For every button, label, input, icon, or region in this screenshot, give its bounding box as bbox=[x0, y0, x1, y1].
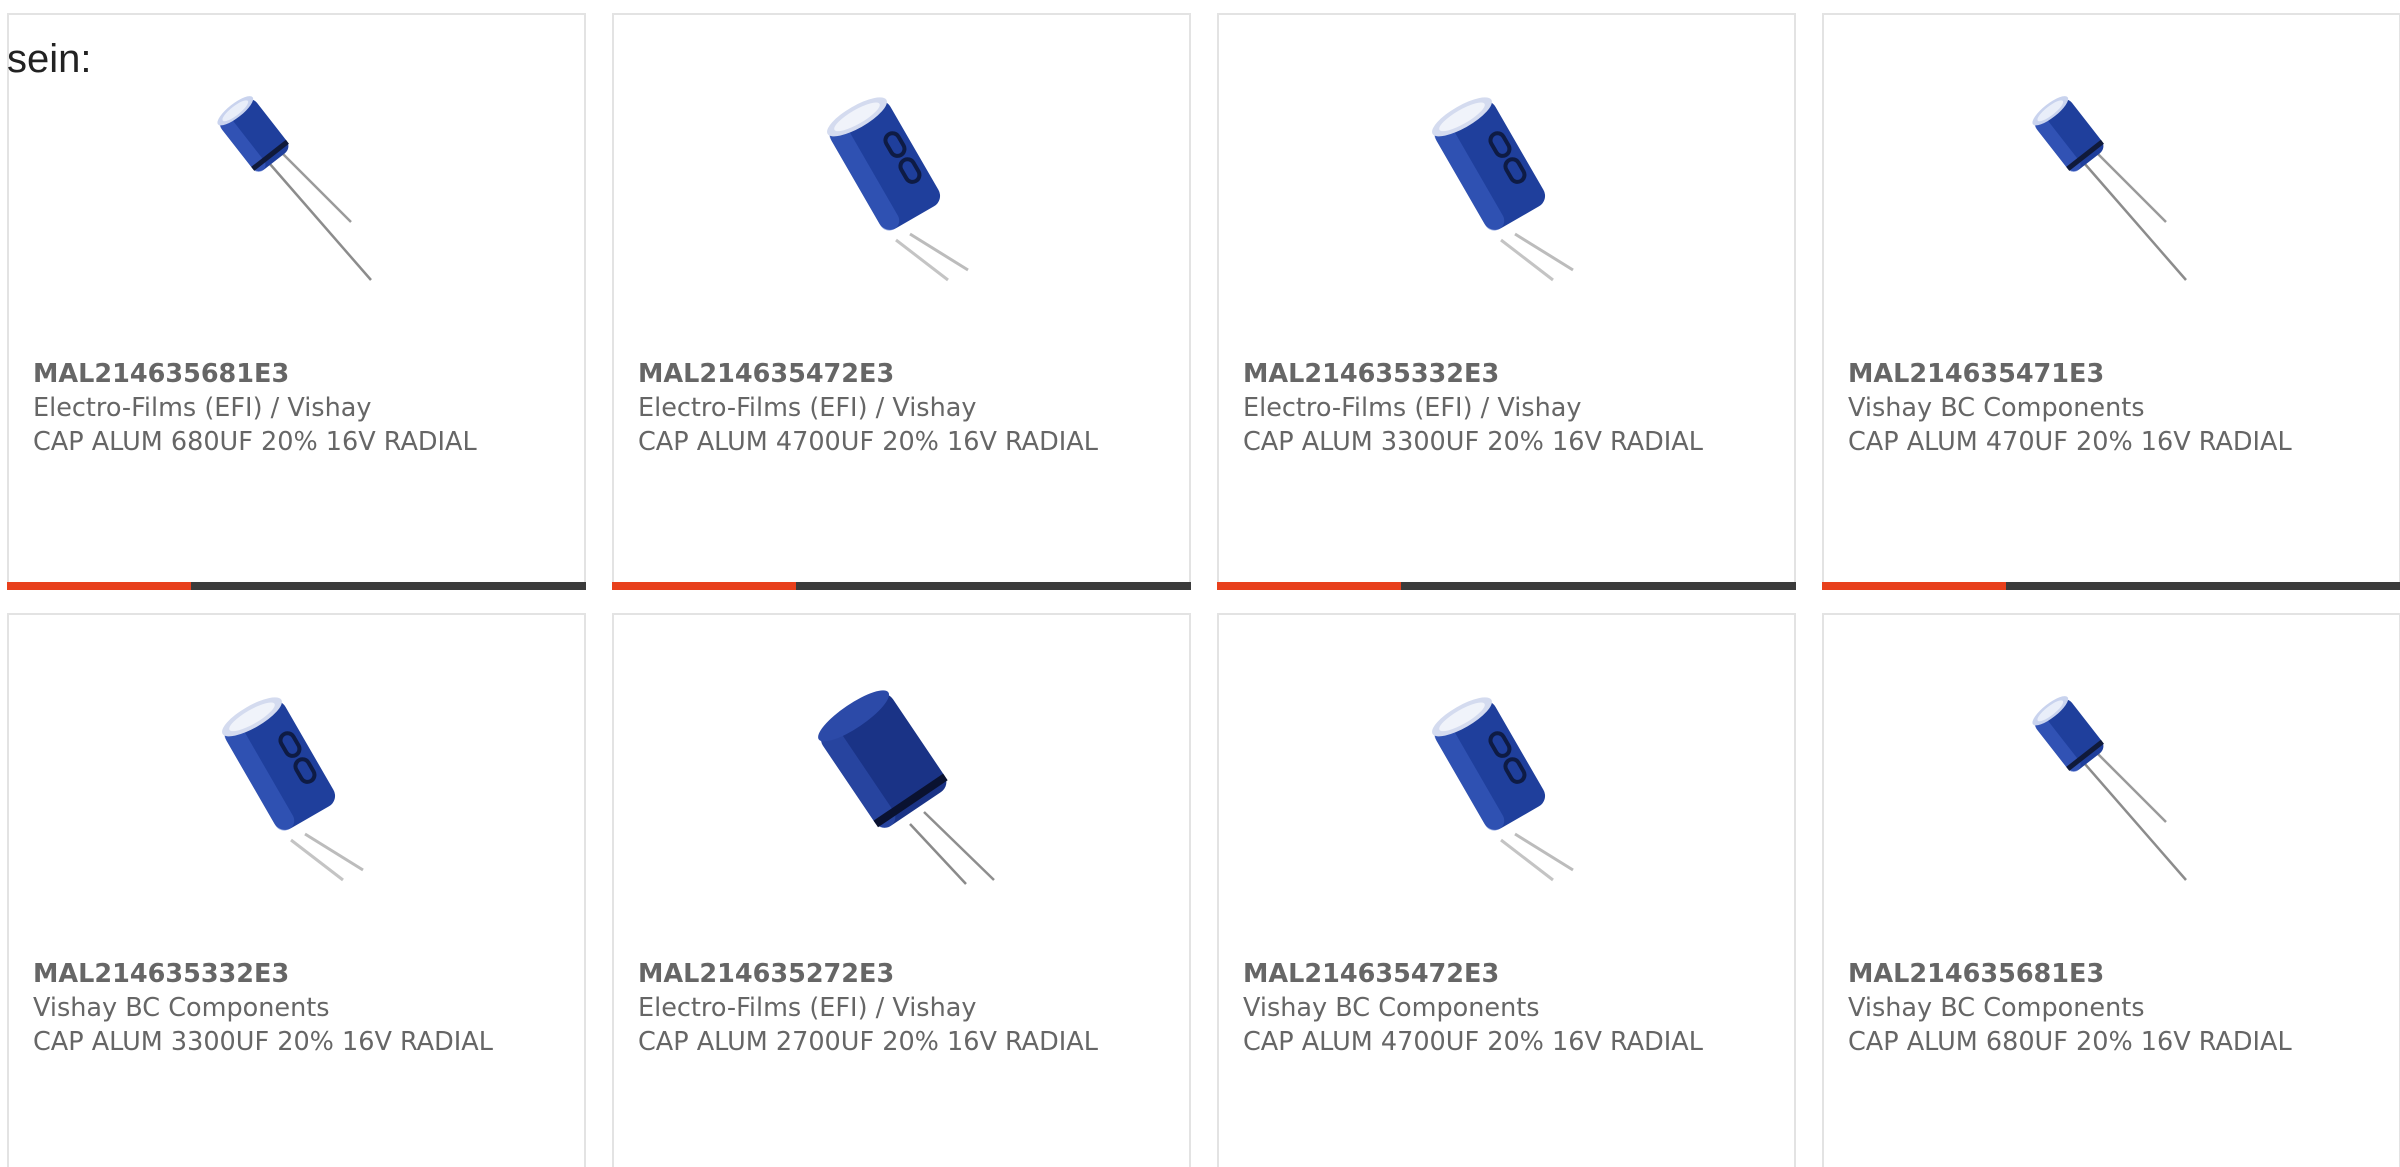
product-info: MAL214635471E3 Vishay BC Components CAP … bbox=[1848, 357, 2318, 459]
part-number[interactable]: MAL214635681E3 bbox=[1848, 957, 2318, 991]
product-info: MAL214635332E3 Electro-Films (EFI) / Vis… bbox=[1243, 357, 1713, 459]
product-card[interactable]: MAL214635472E3 Vishay BC Components CAP … bbox=[1217, 613, 1796, 1167]
description: CAP ALUM 2700UF 20% 16V RADIAL bbox=[638, 1027, 1098, 1057]
product-info: MAL214635681E3 Vishay BC Components CAP … bbox=[1848, 957, 2318, 1059]
manufacturer: Vishay BC Components bbox=[1848, 393, 2145, 423]
description: CAP ALUM 680UF 20% 16V RADIAL bbox=[1848, 1027, 2292, 1057]
manufacturer: Electro-Films (EFI) / Vishay bbox=[638, 393, 977, 423]
part-number[interactable]: MAL214635472E3 bbox=[1243, 957, 1713, 991]
page: sein: MAL214635681E3 Electro-Films (EFI)… bbox=[0, 0, 2400, 1167]
capacitor-large-icon bbox=[1432, 97, 1574, 282]
part-number[interactable]: MAL214635471E3 bbox=[1848, 357, 2318, 391]
product-card[interactable]: MAL214635471E3 Vishay BC Components CAP … bbox=[1822, 13, 2400, 590]
product-info: MAL214635472E3 Vishay BC Components CAP … bbox=[1243, 957, 1713, 1059]
product-card[interactable]: MAL214635332E3 Vishay BC Components CAP … bbox=[7, 613, 586, 1167]
card-accent-bar bbox=[1822, 582, 2400, 590]
product-card[interactable]: MAL214635472E3 Electro-Films (EFI) / Vis… bbox=[612, 13, 1191, 590]
manufacturer: Vishay BC Components bbox=[1243, 993, 1540, 1023]
product-card[interactable]: MAL214635272E3 Electro-Films (EFI) / Vis… bbox=[612, 613, 1191, 1167]
capacitor-small-icon bbox=[2032, 696, 2187, 881]
description: CAP ALUM 470UF 20% 16V RADIAL bbox=[1848, 427, 2292, 457]
product-info: MAL214635272E3 Electro-Films (EFI) / Vis… bbox=[638, 957, 1108, 1059]
capacitor-dark-icon bbox=[818, 690, 995, 885]
part-number[interactable]: MAL214635332E3 bbox=[33, 957, 503, 991]
intro-text: sein: bbox=[7, 37, 92, 81]
card-accent-bar bbox=[612, 582, 1191, 590]
description: CAP ALUM 4700UF 20% 16V RADIAL bbox=[1243, 1027, 1703, 1057]
manufacturer: Vishay BC Components bbox=[33, 993, 330, 1023]
capacitor-large-icon bbox=[222, 697, 364, 882]
manufacturer: Electro-Films (EFI) / Vishay bbox=[33, 393, 372, 423]
part-number[interactable]: MAL214635272E3 bbox=[638, 957, 1108, 991]
part-number[interactable]: MAL214635681E3 bbox=[33, 357, 503, 391]
manufacturer: Vishay BC Components bbox=[1848, 993, 2145, 1023]
manufacturer: Electro-Films (EFI) / Vishay bbox=[1243, 393, 1582, 423]
description: CAP ALUM 3300UF 20% 16V RADIAL bbox=[1243, 427, 1703, 457]
product-info: MAL214635332E3 Vishay BC Components CAP … bbox=[33, 957, 503, 1059]
product-card[interactable]: MAL214635332E3 Electro-Films (EFI) / Vis… bbox=[1217, 13, 1796, 590]
part-number[interactable]: MAL214635332E3 bbox=[1243, 357, 1713, 391]
card-accent-bar bbox=[7, 582, 586, 590]
product-info: MAL214635472E3 Electro-Films (EFI) / Vis… bbox=[638, 357, 1108, 459]
part-number[interactable]: MAL214635472E3 bbox=[638, 357, 1108, 391]
description: CAP ALUM 4700UF 20% 16V RADIAL bbox=[638, 427, 1098, 457]
accent-fill bbox=[7, 582, 191, 590]
product-card[interactable]: MAL214635681E3 Vishay BC Components CAP … bbox=[1822, 613, 2400, 1167]
product-card[interactable]: MAL214635681E3 Electro-Films (EFI) / Vis… bbox=[7, 13, 586, 590]
product-info: MAL214635681E3 Electro-Films (EFI) / Vis… bbox=[33, 357, 503, 459]
capacitor-small-icon bbox=[217, 96, 372, 281]
accent-fill bbox=[612, 582, 796, 590]
description: CAP ALUM 3300UF 20% 16V RADIAL bbox=[33, 1027, 493, 1057]
manufacturer: Electro-Films (EFI) / Vishay bbox=[638, 993, 977, 1023]
capacitor-large-icon bbox=[1432, 697, 1574, 882]
accent-fill bbox=[1822, 582, 2006, 590]
accent-fill bbox=[1217, 582, 1401, 590]
capacitor-large-icon bbox=[827, 97, 969, 282]
capacitor-small-icon bbox=[2032, 96, 2187, 281]
card-accent-bar bbox=[1217, 582, 1796, 590]
description: CAP ALUM 680UF 20% 16V RADIAL bbox=[33, 427, 477, 457]
product-grid: MAL214635681E3 Electro-Films (EFI) / Vis… bbox=[7, 13, 2400, 1167]
